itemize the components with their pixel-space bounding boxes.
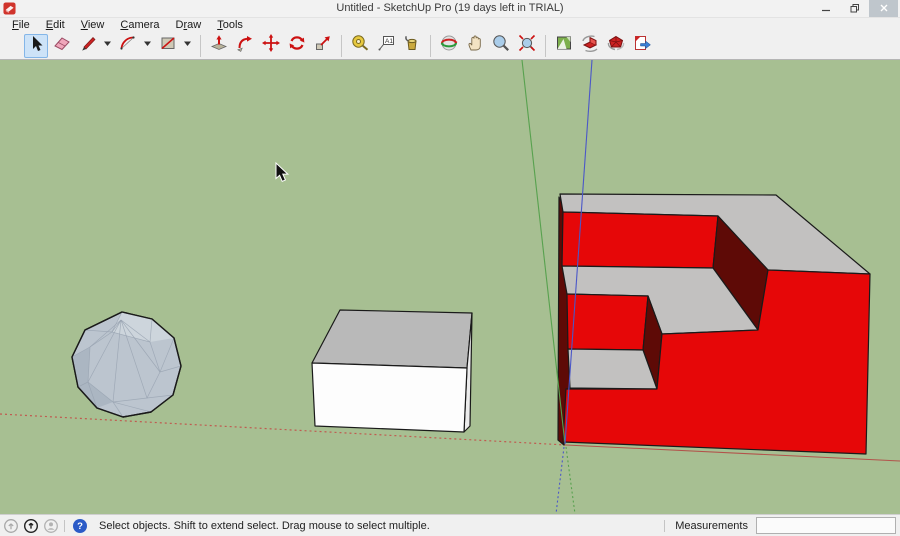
menu-tools[interactable]: Tools [209,18,251,32]
menu-file[interactable]: File [4,18,38,32]
dropdown-arrow-icon [182,33,193,58]
line-dropdown-button[interactable] [101,34,114,58]
line-button[interactable] [76,34,100,58]
svg-text:A1: A1 [385,38,393,45]
toolbar-separator [341,35,342,57]
menu-view[interactable]: View [73,18,113,32]
rectangle-icon [158,33,178,58]
zoom-extents-button[interactable] [515,34,539,58]
toolbar: A1 [0,32,900,60]
menu-camera[interactable]: Camera [112,18,167,32]
move-icon [261,33,281,58]
paint-bucket-button[interactable] [400,34,424,58]
photo-textures-icon [606,33,626,58]
window-controls [811,0,898,17]
toolbar-separator [200,35,201,57]
follow-me-icon [235,33,255,58]
rectangle-dropdown-button[interactable] [181,34,194,58]
svg-text:?: ? [77,521,83,532]
status-bar: ? Select objects. Shift to extend select… [0,514,900,536]
status-message: Select objects. Shift to extend select. … [99,520,430,532]
menu-draw[interactable]: Draw [168,18,210,32]
scale-button[interactable] [311,34,335,58]
orbit-icon [439,33,459,58]
viewport[interactable] [0,60,900,514]
toggle-terrain-icon [580,33,600,58]
measurements-label: Measurements [675,520,748,532]
toolbar-separator [430,35,431,57]
select-button[interactable] [24,34,48,58]
move-button[interactable] [259,34,283,58]
photo-textures-button[interactable] [604,34,628,58]
viewport-canvas[interactable] [0,60,900,514]
push-pull-icon [209,33,229,58]
restore-icon [850,0,860,18]
add-location-button[interactable] [552,34,576,58]
status-icon-divider [64,520,65,532]
scale-icon [313,33,333,58]
text-label-icon: A1 [376,33,396,58]
restore-button[interactable] [840,0,869,17]
tape-measure-icon [350,33,370,58]
tape-measure-button[interactable] [348,34,372,58]
window-title: Untitled - SketchUp Pro (19 days left in… [0,0,900,17]
eraser-button[interactable] [50,34,74,58]
zoom-button[interactable] [489,34,513,58]
title-bar: Untitled - SketchUp Pro (19 days left in… [0,0,900,18]
select-arrow-icon [26,33,46,58]
dropdown-arrow-icon [142,33,153,58]
menu-bar: FileEditViewCameraDrawTools [0,18,900,32]
eraser-icon [52,33,72,58]
rectangle-button[interactable] [156,34,180,58]
pencil-icon [78,33,98,58]
zoom-extents-icon [517,33,537,58]
text-button[interactable]: A1 [374,34,398,58]
pan-hand-icon [465,33,485,58]
add-location-icon [554,33,574,58]
paint-bucket-icon [402,33,422,58]
geolocate-icon[interactable] [3,518,20,534]
dropdown-arrow-icon [102,33,113,58]
close-icon [879,0,889,18]
white-box[interactable] [312,310,472,432]
send-to-layout-icon [632,33,652,58]
toolbar-separator [545,35,546,57]
zoom-icon [491,33,511,58]
sign-in-icon[interactable] [43,518,60,534]
close-button[interactable] [869,0,898,17]
rotate-button[interactable] [285,34,309,58]
help-icon[interactable]: ? [72,518,89,534]
minimize-icon [821,0,831,18]
arc-icon [118,33,138,58]
send-to-layout-button[interactable] [630,34,654,58]
minimize-button[interactable] [811,0,840,17]
credit-icon[interactable] [23,518,40,534]
status-divider [664,520,665,532]
push-pull-button[interactable] [207,34,231,58]
follow-me-button[interactable] [233,34,257,58]
arc-dropdown-button[interactable] [141,34,154,58]
arc-button[interactable] [116,34,140,58]
orbit-button[interactable] [437,34,461,58]
toggle-terrain-button[interactable] [578,34,602,58]
pan-button[interactable] [463,34,487,58]
measurements-input[interactable] [756,517,896,534]
rotate-icon [287,33,307,58]
menu-edit[interactable]: Edit [38,18,73,32]
